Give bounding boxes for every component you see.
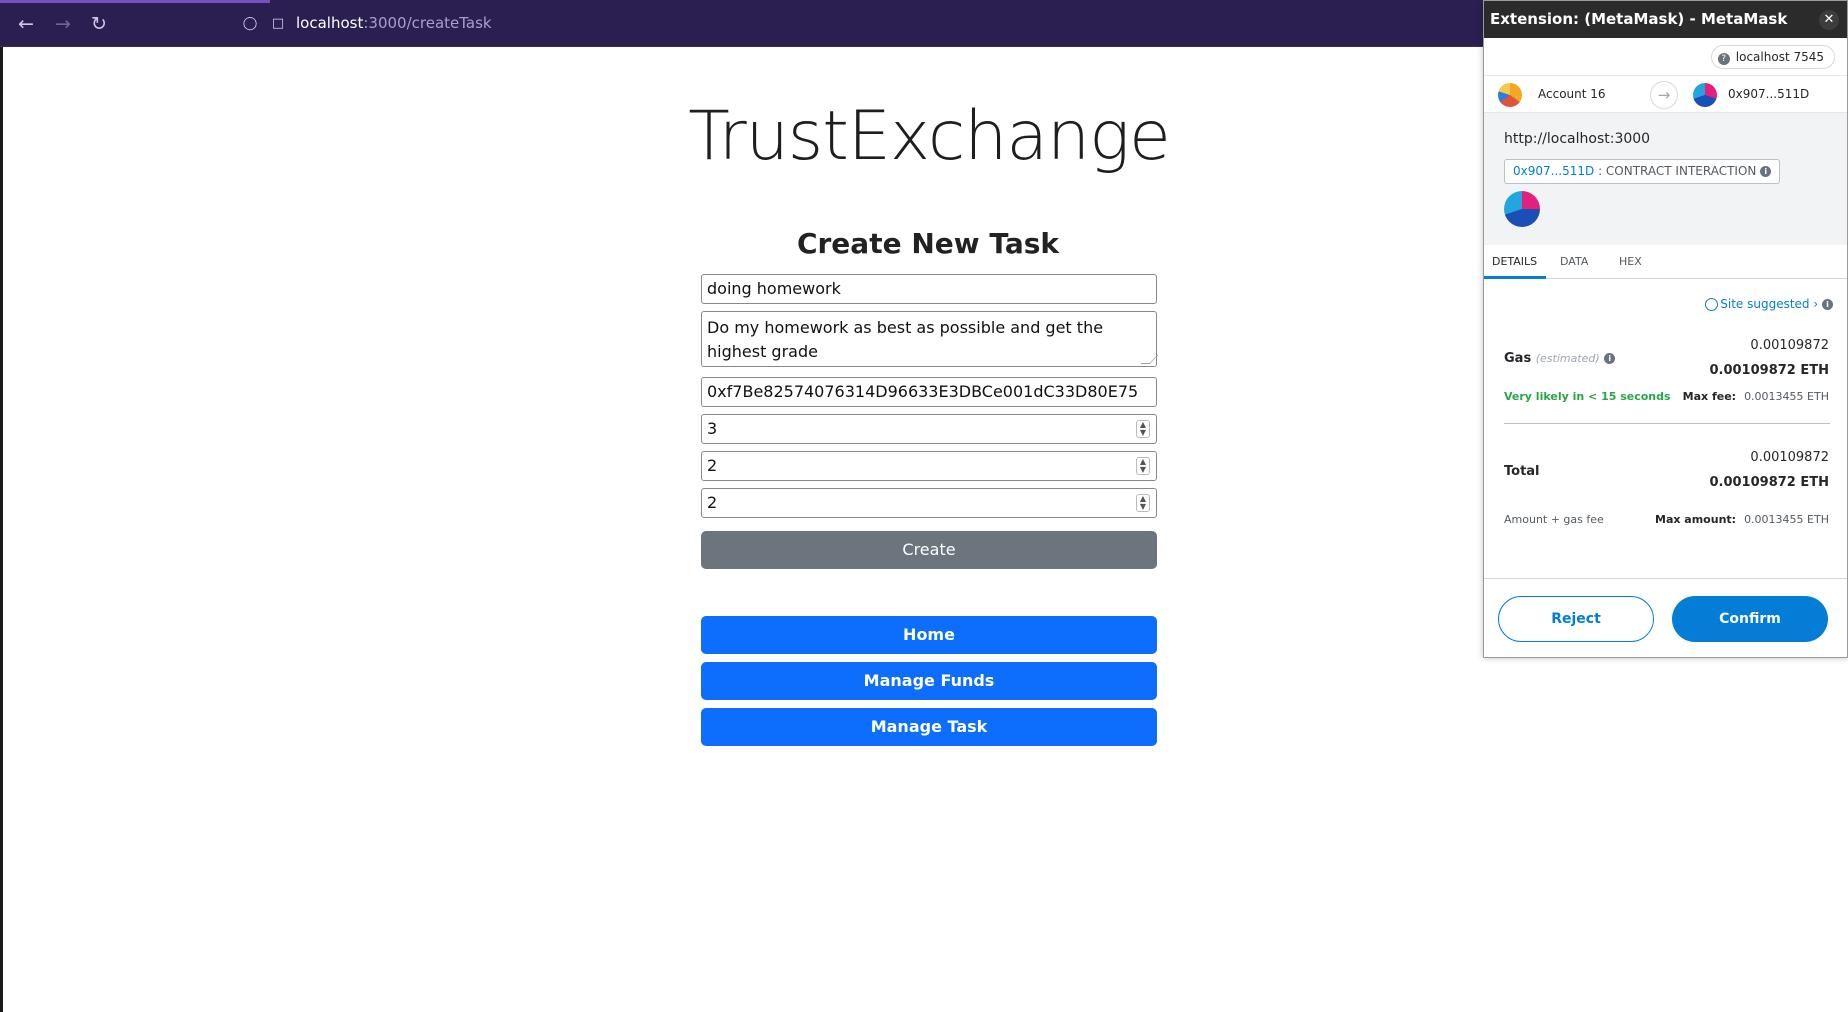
shield-icon[interactable]: ◯: [242, 16, 258, 32]
spinner-icon[interactable]: ▲ ▼: [1136, 494, 1150, 512]
max-amount-label: Max amount:: [1655, 513, 1737, 526]
divider: [1504, 423, 1830, 424]
url-path: :3000/createTask: [363, 14, 492, 32]
number-input-3-value: 2: [707, 493, 718, 512]
home-button[interactable]: Home: [701, 616, 1157, 654]
chevron-right-icon: ›: [1813, 297, 1822, 311]
create-button[interactable]: Create: [701, 531, 1157, 569]
tab-hex[interactable]: HEX: [1619, 255, 1642, 268]
manage-task-button[interactable]: Manage Task: [701, 708, 1157, 746]
close-icon[interactable]: ✕: [1819, 10, 1839, 30]
active-tab-indicator: [0, 0, 270, 3]
site-title: TrustExchange: [688, 97, 1171, 176]
active-tab-underline: [1484, 276, 1546, 279]
total-value: 0.00109872: [1750, 450, 1829, 465]
contract-avatar: [1504, 191, 1540, 227]
info-icon[interactable]: i: [1760, 166, 1772, 177]
popup-titlebar: Extension: (MetaMask) - MetaMask Notific…: [1484, 1, 1847, 65]
origin-url: http://localhost:3000: [1504, 131, 1651, 147]
tab-data[interactable]: DATA: [1560, 255, 1588, 268]
info-icon[interactable]: i: [1604, 353, 1616, 364]
number-input-1-value: 3: [707, 419, 718, 438]
transaction-summary: http://localhost:3000 0x907...511D : CON…: [1484, 113, 1847, 245]
reject-button[interactable]: Reject: [1498, 596, 1654, 642]
description-text: Do my homework as best as possible and g…: [707, 318, 1104, 361]
network-pill[interactable]: ? localhost 7545: [1710, 45, 1835, 69]
spinner-icon[interactable]: ▲ ▼: [1136, 457, 1150, 475]
total-value-eth: 0.00109872 ETH: [1709, 475, 1829, 490]
confirmation-speed: Very likely in < 15 seconds: [1504, 390, 1671, 403]
contract-label: : CONTRACT INTERACTION: [1598, 164, 1757, 178]
total-label: Total: [1504, 464, 1540, 479]
contract-interaction-chip[interactable]: 0x907...511D : CONTRACT INTERACTION i: [1504, 159, 1781, 184]
number-input-3[interactable]: 2 ▲ ▼: [701, 488, 1157, 518]
gas-label-text: Gas: [1504, 351, 1532, 366]
gas-value: 0.00109872: [1750, 338, 1829, 353]
tab-details[interactable]: DETAILS: [1492, 255, 1537, 268]
metamask-popup: Extension: (MetaMask) - MetaMask Notific…: [1483, 0, 1848, 658]
contract-address[interactable]: 0x907...511D: [1513, 164, 1594, 178]
max-fee-value: 0.0013455 ETH: [1744, 390, 1829, 403]
max-fee-label: Max fee:: [1682, 390, 1737, 403]
account-row: Account 16 → 0x907...511D: [1484, 75, 1847, 113]
form-title: Create New Task: [796, 227, 1060, 260]
account-avatar: [1498, 83, 1522, 107]
reload-icon[interactable]: ↻: [87, 12, 111, 36]
page-icon: □: [271, 16, 285, 31]
from-account[interactable]: Account 16: [1538, 87, 1606, 101]
confirm-button[interactable]: Confirm: [1672, 596, 1828, 642]
number-input-2[interactable]: 2 ▲ ▼: [701, 451, 1157, 481]
site-suggested-link[interactable]: Site suggested › i: [1705, 297, 1833, 311]
info-icon[interactable]: i: [1822, 299, 1833, 310]
globe-icon: [1705, 298, 1719, 311]
number-input-1[interactable]: 3 ▲ ▼: [701, 414, 1157, 444]
resize-grip-icon[interactable]: [1140, 355, 1159, 364]
popup-footer: Reject Confirm: [1484, 578, 1847, 658]
max-amount-value: 0.0013455 ETH: [1744, 513, 1829, 526]
network-name: localhost 7545: [1735, 50, 1824, 64]
details-tabs: DETAILS DATA HEX: [1484, 245, 1847, 279]
address-bar[interactable]: ◯ □ localhost:3000/createTask: [236, 8, 1476, 40]
amount-gas-label: Amount + gas fee: [1504, 513, 1604, 526]
question-icon: ?: [1717, 53, 1730, 65]
site-suggested-label: Site suggested: [1720, 297, 1810, 311]
spinner-icon[interactable]: ▲ ▼: [1136, 420, 1150, 438]
number-input-2-value: 2: [707, 456, 718, 475]
forward-icon[interactable]: →: [51, 12, 75, 36]
back-icon[interactable]: ←: [14, 12, 38, 36]
address-input[interactable]: 0xf7Be82574076314D96633E3DBCe001dC33D80E…: [701, 377, 1157, 407]
arrow-right-icon: →: [1650, 81, 1678, 109]
task-name-input[interactable]: doing homework: [701, 274, 1157, 304]
url-text[interactable]: localhost:3000/createTask: [296, 14, 492, 32]
gas-value-eth: 0.00109872 ETH: [1709, 363, 1829, 378]
max-fee: Max fee: 0.0013455 ETH: [1683, 390, 1829, 403]
description-textarea[interactable]: Do my homework as best as possible and g…: [701, 311, 1159, 367]
manage-funds-button[interactable]: Manage Funds: [701, 662, 1157, 700]
max-amount: Max amount: 0.0013455 ETH: [1655, 513, 1829, 526]
gas-estimated: (estimated): [1535, 352, 1600, 365]
recipient-avatar: [1693, 83, 1717, 107]
url-host: localhost: [296, 14, 364, 32]
to-account[interactable]: 0x907...511D: [1728, 87, 1809, 101]
gas-label: Gas (estimated) i: [1504, 351, 1616, 366]
